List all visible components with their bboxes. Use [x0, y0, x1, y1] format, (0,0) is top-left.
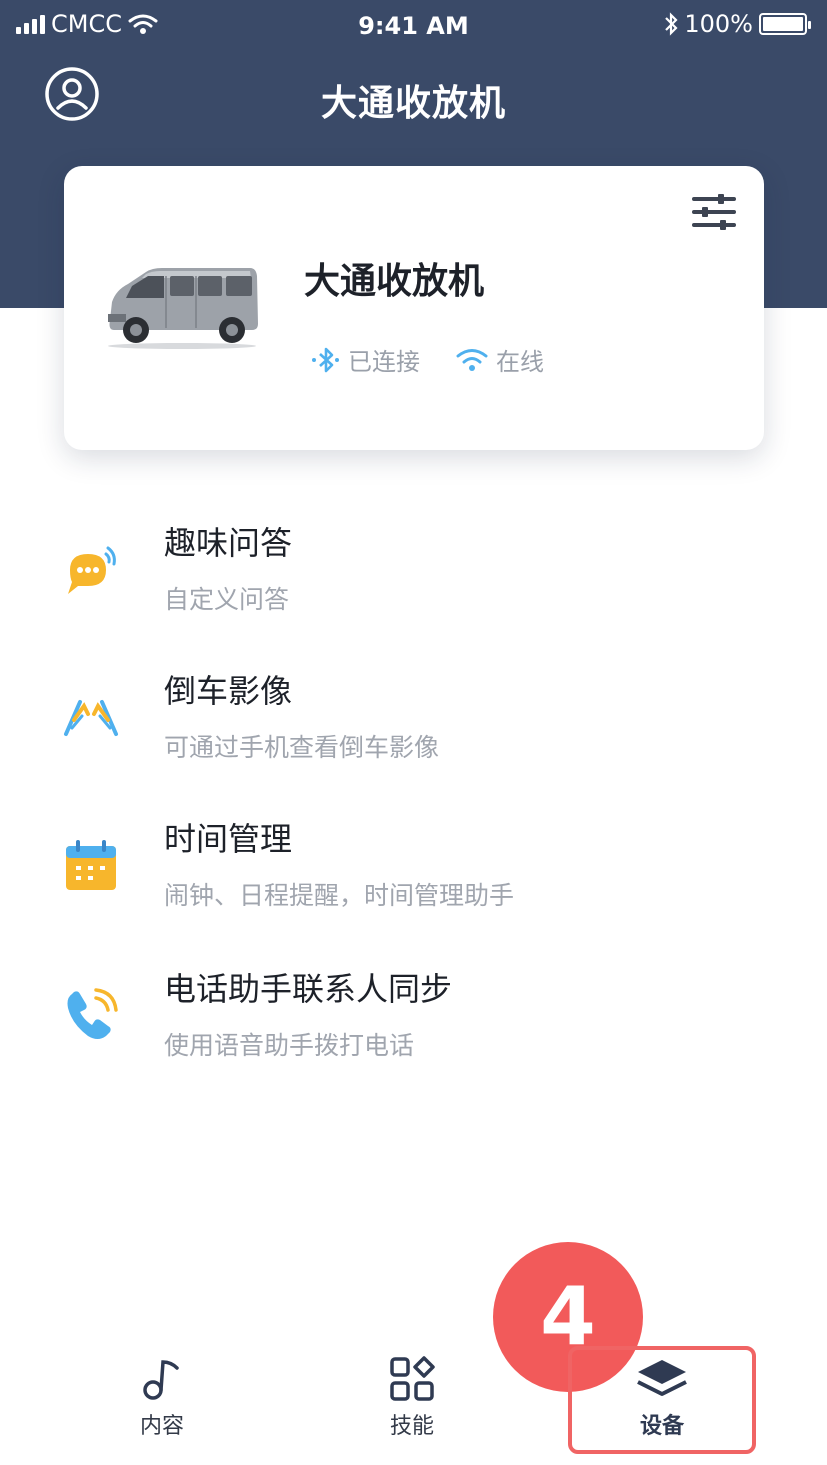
- feature-subtitle: 可通过手机查看倒车影像: [164, 733, 440, 762]
- device-card[interactable]: 大通收放机 已连接 在线: [64, 166, 764, 450]
- wifi-online-icon: [456, 348, 488, 371]
- device-name: 大通收放机: [304, 261, 485, 302]
- grid-icon: [390, 1356, 435, 1401]
- tab-label: 内容: [139, 1414, 184, 1439]
- feature-item-phone-assistant[interactable]: 电话助手联系人同步 使用语音助手拨打电话: [0, 964, 827, 1084]
- battery-percent: 100%: [684, 10, 753, 38]
- bluetooth-status-icon: [665, 12, 678, 36]
- feature-subtitle: 闹钟、日程提醒，时间管理助手: [164, 881, 515, 910]
- page-title: 大通收放机: [320, 83, 506, 124]
- wifi-status: 在线: [456, 342, 544, 377]
- connection-status-row: 已连接 在线: [310, 342, 570, 377]
- van-image: [108, 268, 258, 349]
- feature-title: 趣味问答: [164, 524, 293, 562]
- bluetooth-status: 已连接: [310, 342, 420, 377]
- status-right: 100%: [664, 10, 811, 38]
- feature-title: 时间管理: [164, 820, 293, 858]
- feature-title: 电话助手联系人同步: [164, 970, 453, 1008]
- wifi-status-label: 在线: [496, 348, 544, 376]
- bluetooth-icon: [312, 347, 339, 372]
- settings-sliders-icon[interactable]: [692, 192, 736, 232]
- bluetooth-status-label: 已连接: [348, 348, 420, 376]
- status-bar: CMCC 9:41 AM 100%: [0, 0, 827, 52]
- reverse-camera-icon: [64, 700, 118, 736]
- tab-label: 技能: [389, 1414, 434, 1439]
- feature-item-quiz[interactable]: 趣味问答 自定义问答: [0, 518, 827, 638]
- feature-subtitle: 使用语音助手拨打电话: [164, 1031, 415, 1060]
- tab-highlight-box: [568, 1346, 756, 1454]
- feature-item-reverse-camera[interactable]: 倒车影像 可通过手机查看倒车影像: [0, 666, 827, 786]
- calendar-icon: [66, 840, 116, 890]
- chat-bubble-icon: [68, 546, 116, 594]
- tab-content[interactable]: 内容: [82, 1350, 242, 1450]
- battery-icon: [759, 13, 811, 35]
- battery-level: [763, 17, 803, 31]
- feature-title: 倒车影像: [164, 672, 293, 710]
- nav-bar: 大通收放机: [0, 60, 827, 130]
- music-note-icon: [143, 1360, 179, 1400]
- feature-item-time-management[interactable]: 时间管理 闹钟、日程提醒，时间管理助手: [0, 814, 827, 934]
- feature-subtitle: 自定义问答: [164, 585, 290, 614]
- phone-icon: [67, 988, 118, 1039]
- tab-skills[interactable]: 技能: [332, 1350, 492, 1450]
